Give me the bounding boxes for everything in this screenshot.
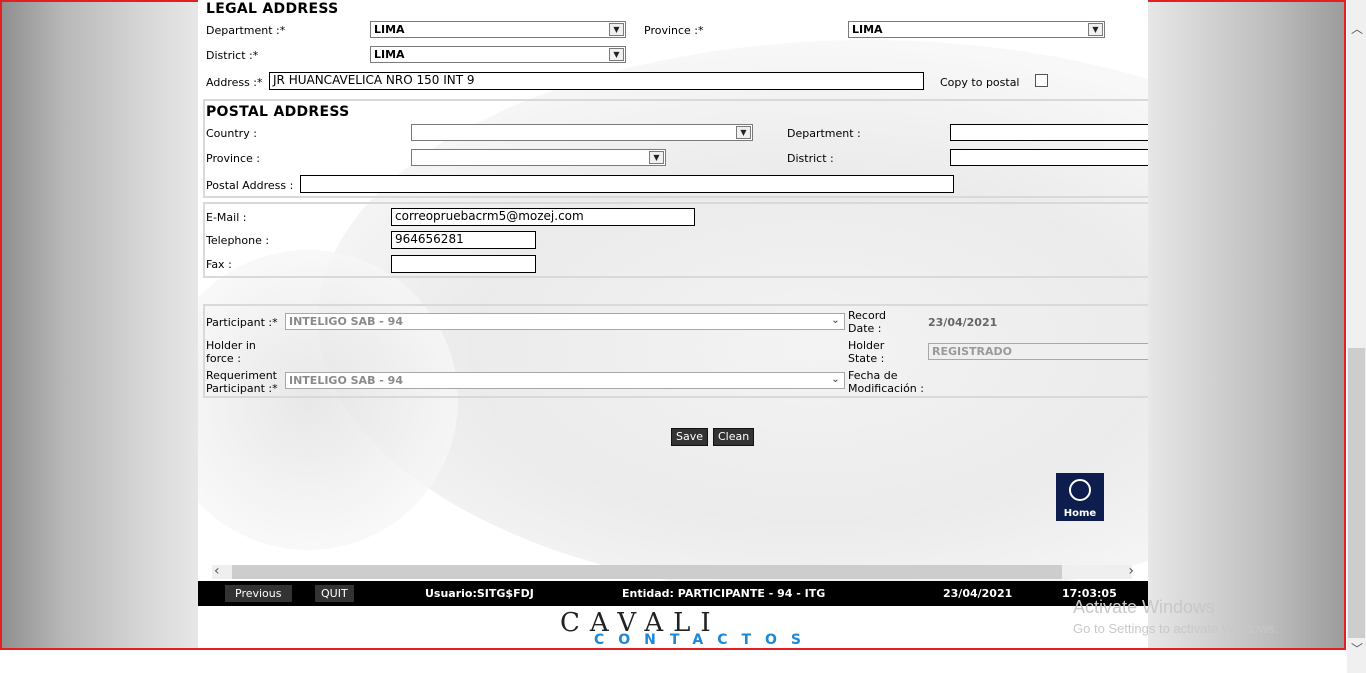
- home-label: Home: [1063, 508, 1097, 519]
- record-date-label: Record Date :: [848, 309, 887, 335]
- requeriment-participant-label: Requeriment Participant :*: [206, 369, 278, 395]
- save-button[interactable]: Save: [671, 428, 709, 446]
- chevron-down-icon[interactable]: ▼: [1088, 23, 1103, 36]
- horizontal-scrollbar[interactable]: ‹ ›: [212, 563, 1134, 579]
- footer-date: 23/04/2021: [943, 587, 1013, 600]
- legal-address-title: LEGAL ADDRESS: [206, 1, 339, 17]
- home-icon: [1069, 479, 1091, 501]
- status-bar: Previous QUIT Usuario:SITG$FDJ Entidad: …: [198, 581, 1148, 606]
- postal-country-label: Country :: [206, 127, 257, 140]
- home-button[interactable]: Home: [1056, 473, 1104, 521]
- chevron-down-icon[interactable]: ▼: [609, 48, 624, 61]
- fecha-modificacion-label: Fecha de Modificación :: [848, 369, 924, 395]
- postal-address-input[interactable]: [300, 175, 954, 193]
- contactos-logo: CONTACTOS: [594, 632, 815, 648]
- quit-button[interactable]: QUIT: [315, 585, 354, 602]
- postal-district-input[interactable]: [950, 149, 1148, 166]
- requeriment-participant-value: INTELIGO SAB - 94: [289, 374, 403, 387]
- email-input[interactable]: correopruebacrm5@mozej.com: [391, 208, 695, 226]
- legal-department-value: LIMA: [374, 23, 405, 36]
- chevron-right-icon[interactable]: ›: [1128, 563, 1134, 579]
- chevron-left-icon[interactable]: ‹: [214, 563, 220, 579]
- postal-country-select[interactable]: ▼: [411, 124, 753, 141]
- legal-province-select[interactable]: LIMA ▼: [848, 21, 1105, 38]
- legal-province-label: Province :*: [644, 24, 704, 37]
- chevron-down-icon[interactable]: ⌄: [828, 315, 843, 328]
- chevron-down-icon[interactable]: ▼: [609, 23, 624, 36]
- legal-district-label: District :*: [206, 49, 259, 62]
- participant-value: INTELIGO SAB - 94: [289, 315, 403, 328]
- participant-select[interactable]: INTELIGO SAB - 94 ⌄: [285, 313, 845, 330]
- vscroll-thumb[interactable]: [1348, 348, 1365, 638]
- watermark-line1: Activate Windows: [1073, 597, 1216, 617]
- telephone-label: Telephone :: [206, 234, 270, 247]
- postal-department-label: Department :: [787, 127, 861, 140]
- holder-state-label: Holder State :: [848, 339, 885, 365]
- postal-department-input[interactable]: [950, 124, 1148, 141]
- copy-to-postal-label: Copy to postal: [940, 76, 1020, 89]
- legal-province-value: LIMA: [852, 23, 883, 36]
- scroll-thumb[interactable]: [232, 565, 1062, 579]
- postal-province-label: Province :: [206, 152, 261, 165]
- postal-province-select[interactable]: ▼: [411, 149, 666, 166]
- legal-address-input[interactable]: JR HUANCAVELICA NRO 150 INT 9: [269, 72, 924, 90]
- fax-label: Fax :: [206, 258, 232, 271]
- telephone-input[interactable]: 964656281: [391, 231, 536, 249]
- chevron-down-icon[interactable]: ﹀: [1351, 640, 1363, 657]
- participant-label: Participant :*: [206, 316, 278, 329]
- requeriment-participant-select[interactable]: INTELIGO SAB - 94 ⌄: [285, 372, 845, 389]
- copy-to-postal-checkbox[interactable]: [1035, 74, 1048, 87]
- watermark-line2: Go to Settings to activate Windows.: [1073, 621, 1279, 636]
- entidad-text: Entidad: PARTICIPANTE - 94 - ITG: [622, 587, 826, 600]
- postal-district-label: District :: [787, 152, 834, 165]
- previous-button[interactable]: Previous: [225, 585, 292, 602]
- chevron-down-icon[interactable]: ▼: [649, 151, 664, 164]
- record-date-value: 23/04/2021: [928, 316, 998, 329]
- vertical-scrollbar[interactable]: ︿ ﹀: [1347, 0, 1366, 673]
- legal-address-label: Address :*: [206, 76, 263, 89]
- legal-district-value: LIMA: [374, 48, 405, 61]
- windows-watermark: Activate Windows Go to Settings to activ…: [1073, 597, 1278, 636]
- form-content: LEGAL ADDRESS Department :* LIMA ▼ Provi…: [198, 0, 1148, 648]
- fax-input[interactable]: [391, 255, 536, 273]
- usuario-text: Usuario:SITG$FDJ: [425, 587, 534, 600]
- legal-district-select[interactable]: LIMA ▼: [370, 46, 626, 63]
- legal-department-label: Department :*: [206, 24, 286, 37]
- holder-state-input: REGISTRADO: [928, 343, 1148, 360]
- holder-in-force-label: Holder in force :: [206, 339, 256, 365]
- chevron-down-icon[interactable]: ⌄: [828, 374, 843, 387]
- postal-address-title: POSTAL ADDRESS: [206, 104, 350, 120]
- legal-department-select[interactable]: LIMA ▼: [370, 21, 626, 38]
- chevron-up-icon[interactable]: ︿: [1351, 20, 1363, 37]
- clean-button[interactable]: Clean: [713, 428, 755, 446]
- chevron-down-icon[interactable]: ▼: [736, 126, 751, 139]
- postal-address-label: Postal Address :: [206, 179, 294, 192]
- email-label: E-Mail :: [206, 211, 247, 224]
